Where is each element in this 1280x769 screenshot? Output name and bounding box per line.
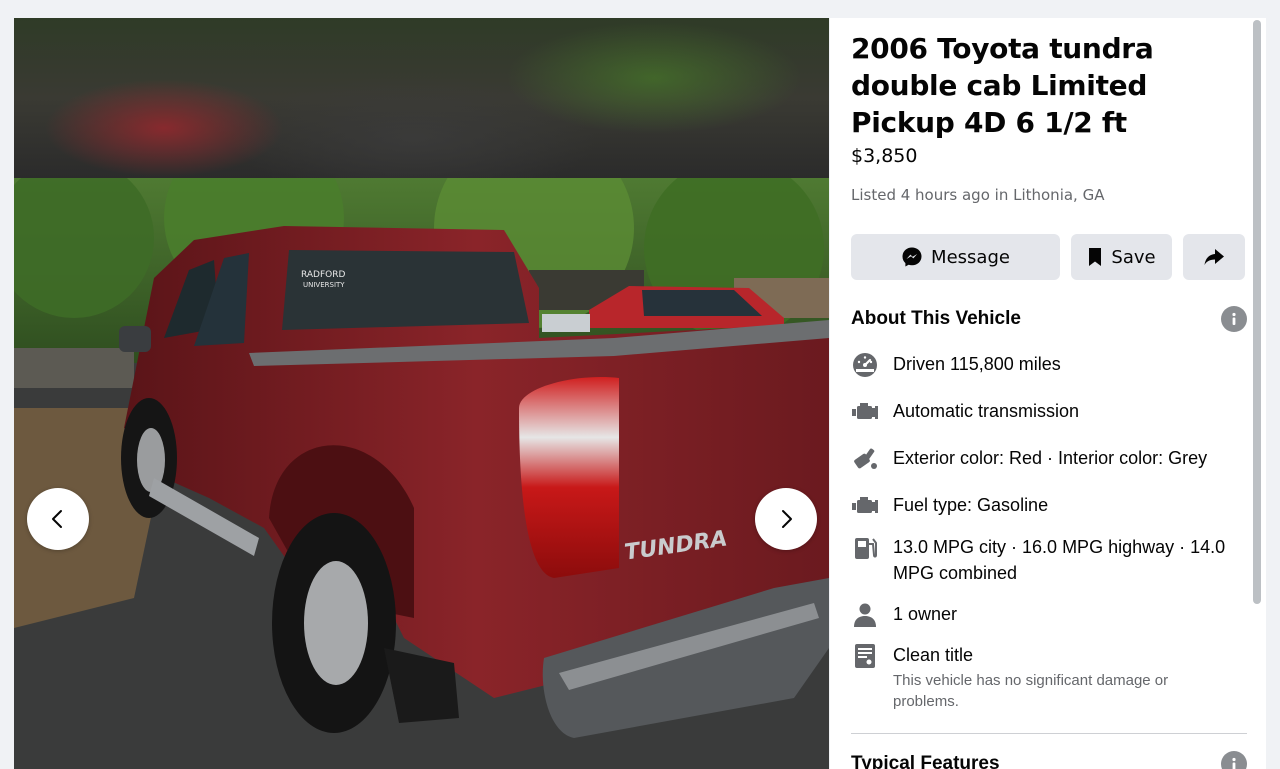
photo-viewer: RADFORD UNIVERSITY TUNDRA xyxy=(14,18,829,769)
feature-mileage: Driven 115,800 miles xyxy=(851,351,1251,379)
bookmark-icon xyxy=(1089,248,1102,266)
mpg-text: 13.0 MPG city · 16.0 MPG highway · 14.0 … xyxy=(893,537,1226,583)
info-icon[interactable] xyxy=(1221,306,1247,332)
vehicle-photo: RADFORD UNIVERSITY TUNDRA xyxy=(14,178,829,769)
svg-text:UNIVERSITY: UNIVERSITY xyxy=(303,281,345,289)
chevron-right-icon xyxy=(782,510,792,528)
paint-icon xyxy=(851,445,879,473)
feature-owners: 1 owner xyxy=(851,601,1251,629)
fuel-type-text: Fuel type: Gasoline xyxy=(893,495,1049,515)
typical-features-heading: Typical Features xyxy=(851,753,1000,769)
next-photo-button[interactable] xyxy=(755,488,817,550)
blurred-photo-background xyxy=(14,18,829,178)
feature-mpg: 13.0 MPG city · 16.0 MPG highway · 14.0 … xyxy=(851,534,1251,586)
colors-text: Exterior color: Red · Interior color: Gr… xyxy=(893,448,1208,468)
fuel-pump-icon xyxy=(851,534,879,562)
person-icon xyxy=(851,601,879,629)
save-button-label: Save xyxy=(1111,246,1156,268)
listing-details-panel: 2006 Toyota tundra double cab Limited Pi… xyxy=(830,18,1266,769)
share-button[interactable] xyxy=(1183,234,1245,280)
listing-title: 2006 Toyota tundra double cab Limited Pi… xyxy=(851,32,1154,139)
details-scrollbar-thumb[interactable] xyxy=(1253,20,1261,604)
share-icon xyxy=(1204,249,1224,265)
save-button[interactable]: Save xyxy=(1071,234,1172,280)
feature-fuel: Fuel type: Gasoline xyxy=(851,492,1251,520)
mileage-text: Driven 115,800 miles xyxy=(893,354,1061,374)
messenger-icon xyxy=(902,247,922,267)
action-buttons: Message Save xyxy=(851,234,1245,280)
feature-colors: Exterior color: Red · Interior color: Gr… xyxy=(851,445,1251,473)
document-icon xyxy=(851,642,879,670)
owners-text: 1 owner xyxy=(893,604,958,624)
previous-photo-button[interactable] xyxy=(27,488,89,550)
listing-time-location: Listed 4 hours ago in Lithonia, GA xyxy=(851,186,1105,204)
about-vehicle-heading: About This Vehicle xyxy=(851,308,1021,329)
info-icon[interactable] xyxy=(1221,751,1247,769)
about-vehicle-header: About This Vehicle xyxy=(851,306,1247,332)
section-divider xyxy=(851,733,1247,734)
transmission-text: Automatic transmission xyxy=(893,401,1080,421)
listing-price: $3,850 xyxy=(851,145,918,167)
message-button-label: Message xyxy=(931,246,1010,268)
feature-transmission: Automatic transmission xyxy=(851,398,1251,426)
typical-features-header: Typical Features xyxy=(851,751,1247,769)
feature-title-status: Clean title This vehicle has no signific… xyxy=(851,642,1251,712)
title-status-text: Clean title xyxy=(893,645,974,665)
title-status-note: This vehicle has no significant damage o… xyxy=(893,672,1169,710)
engine-icon xyxy=(851,398,879,426)
speedometer-icon xyxy=(851,351,879,379)
engine-icon xyxy=(851,492,879,520)
window-decal-text: RADFORD xyxy=(301,270,345,280)
message-button[interactable]: Message xyxy=(851,234,1060,280)
chevron-left-icon xyxy=(52,510,62,528)
